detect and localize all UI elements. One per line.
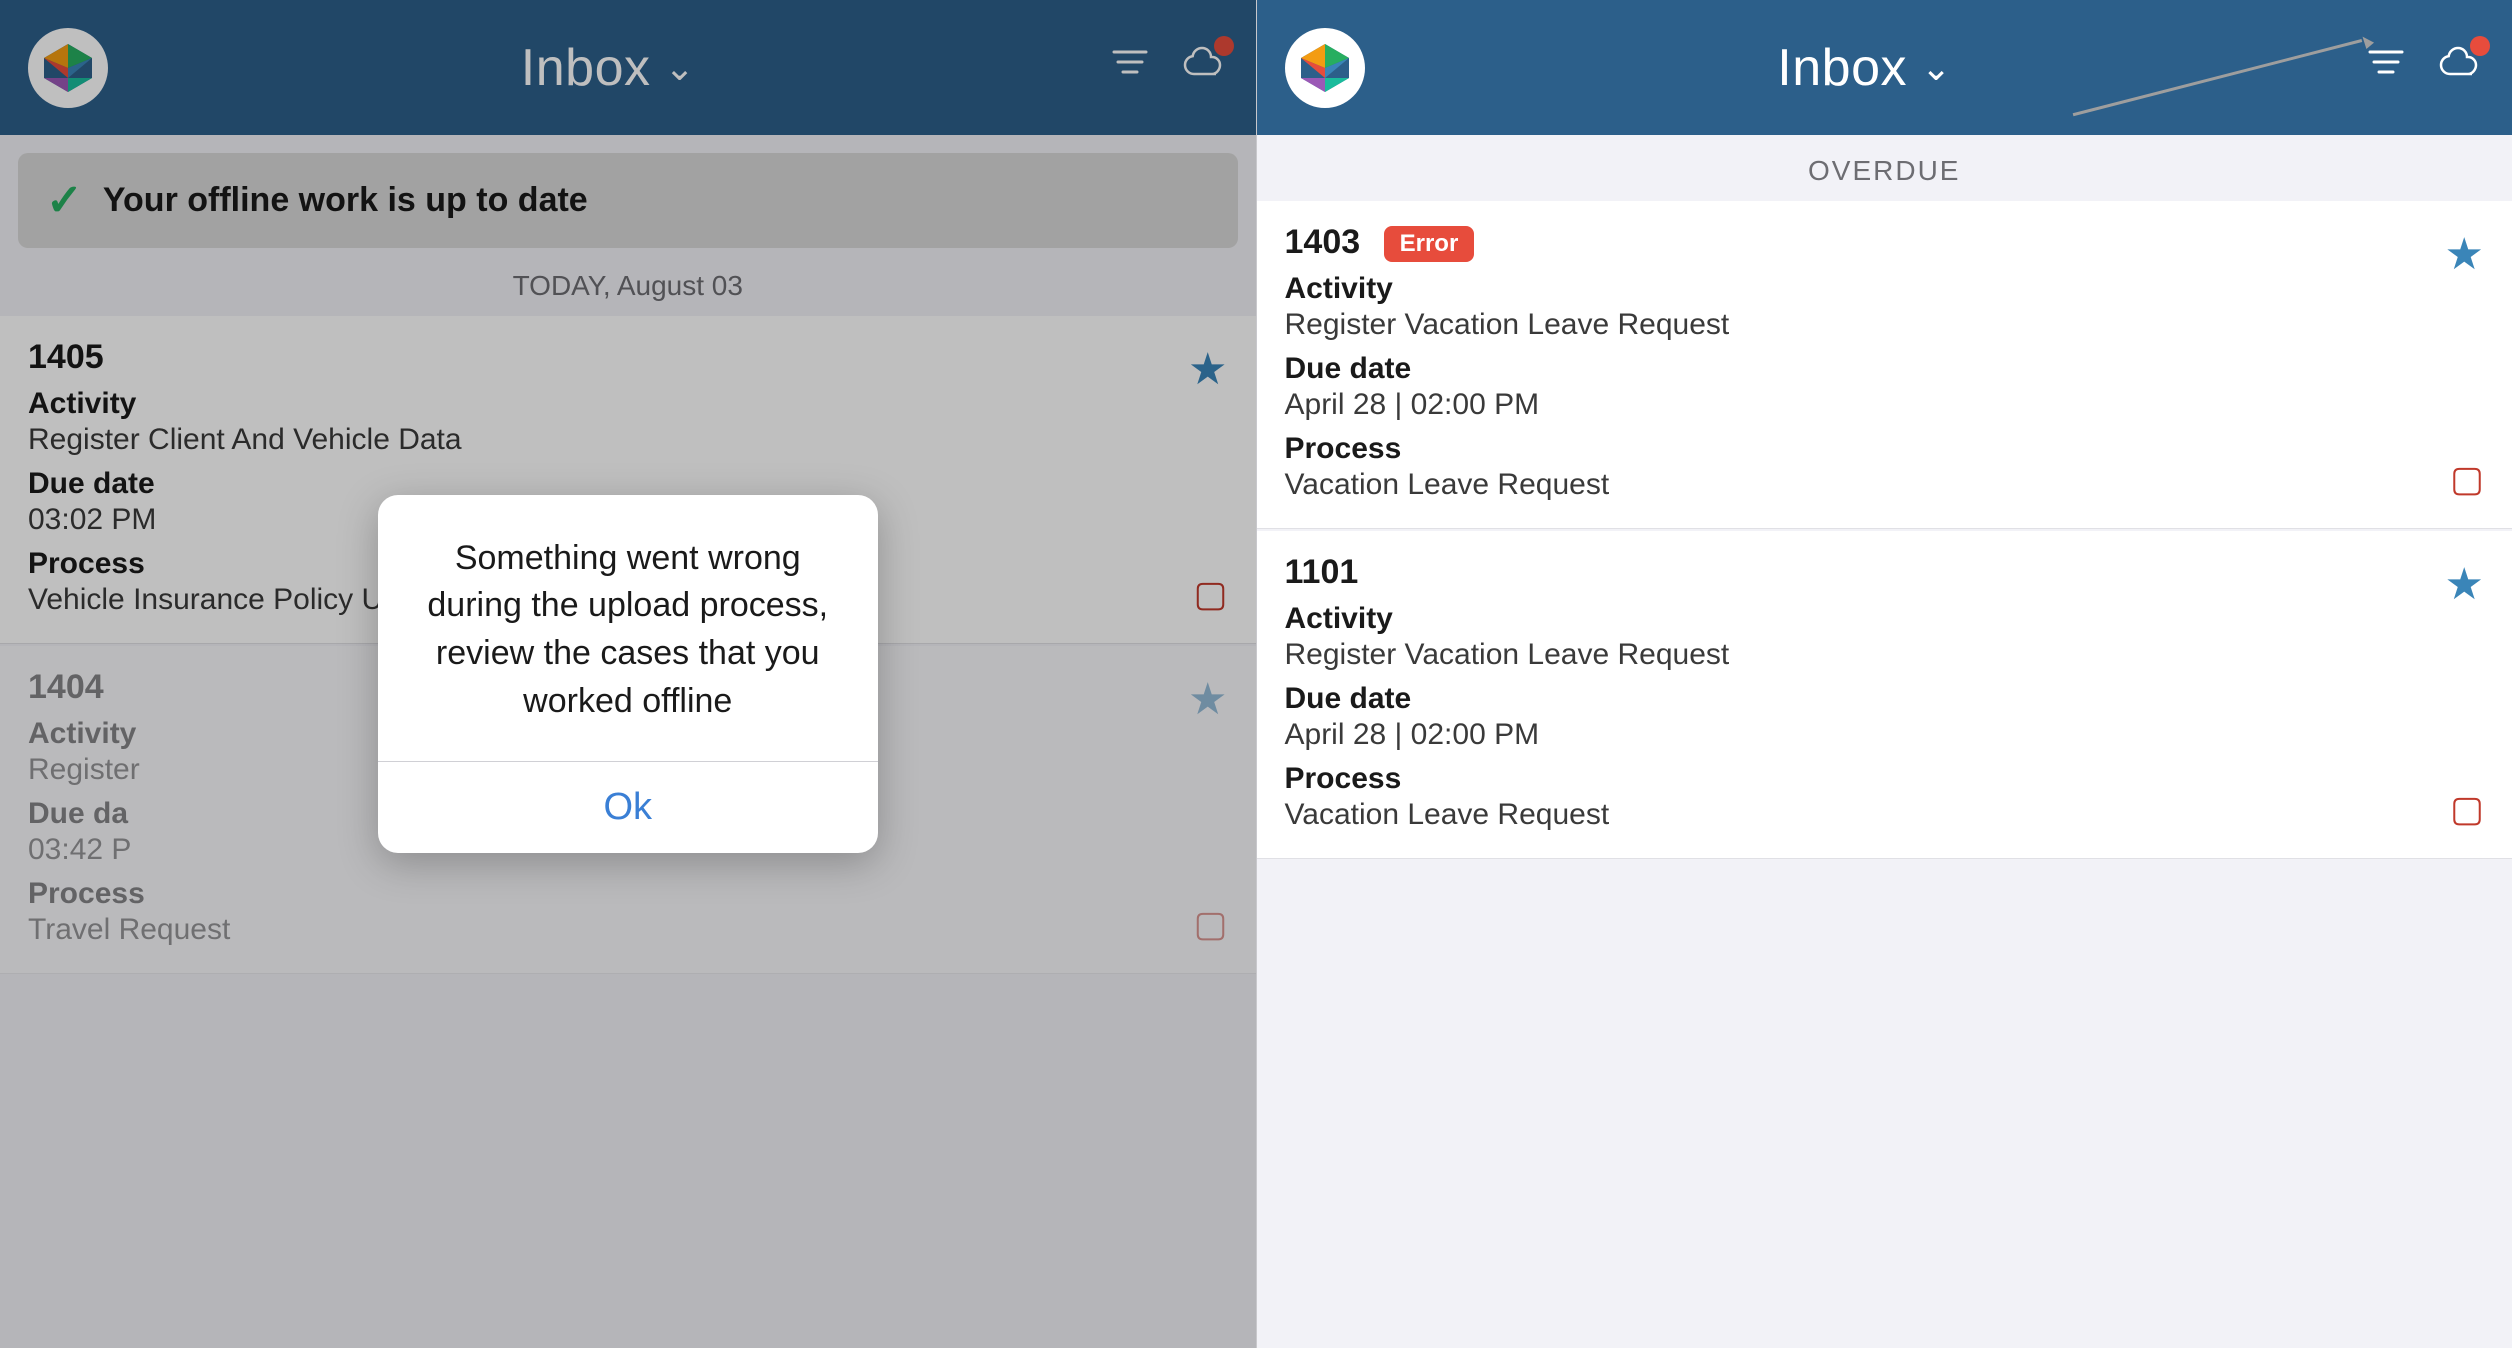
list-item[interactable]: 1101 ★ Activity Register Vacation Leave … <box>1257 531 2512 859</box>
process-square-icon[interactable]: ▢ <box>2450 788 2484 830</box>
process-label: Process <box>1285 432 2485 466</box>
due-date-label: Due date <box>1285 682 2485 716</box>
activity-value: Register Vacation Leave Request <box>1285 638 2485 672</box>
right-filter-icon[interactable] <box>2364 40 2408 95</box>
process-label: Process <box>1285 762 2485 796</box>
item-id: 1403 Error <box>1285 223 2485 262</box>
ok-button[interactable]: Ok <box>414 762 842 853</box>
overdue-list: 1403 Error ★ Activity Register Vacation … <box>1257 201 2512 1348</box>
activity-label: Activity <box>1285 602 2485 636</box>
due-date-value: April 28 | 02:00 PM <box>1285 718 2485 752</box>
item-id: 1101 <box>1285 553 2485 592</box>
list-item[interactable]: 1403 Error ★ Activity Register Vacation … <box>1257 201 2512 529</box>
logo[interactable] <box>1285 28 1365 108</box>
activity-label: Activity <box>1285 272 2485 306</box>
due-date-label: Due date <box>1285 352 2485 386</box>
error-badge: Error <box>1384 226 1475 262</box>
right-header-title-wrap[interactable]: Inbox ⌄ <box>1365 38 2365 98</box>
right-inbox-title: Inbox <box>1777 38 1907 98</box>
left-panel: Inbox ⌄ ✓ Your offline work is up to dat… <box>0 0 1256 1348</box>
right-header: Inbox ⌄ <box>1257 0 2512 135</box>
star-icon[interactable]: ★ <box>2445 229 2484 280</box>
dialog-box: Something went wrong during the upload p… <box>378 495 878 853</box>
dialog-message: Something went wrong during the upload p… <box>414 535 842 761</box>
process-value: Vacation Leave Request <box>1285 798 2485 832</box>
star-icon[interactable]: ★ <box>2445 559 2484 610</box>
right-panel: Inbox ⌄ OVERDUE <box>1256 0 2512 1348</box>
activity-value: Register Vacation Leave Request <box>1285 308 2485 342</box>
process-square-icon[interactable]: ▢ <box>2450 458 2484 500</box>
process-value: Vacation Leave Request <box>1285 468 2485 502</box>
section-header: OVERDUE <box>1257 135 2512 201</box>
right-chevron-icon: ⌄ <box>1921 47 1951 89</box>
right-header-icons <box>2364 40 2484 95</box>
right-cloud-dot <box>2470 36 2490 56</box>
right-cloud-icon[interactable] <box>2436 40 2484 95</box>
dialog-overlay: Something went wrong during the upload p… <box>0 0 1256 1348</box>
due-date-value: April 28 | 02:00 PM <box>1285 388 2485 422</box>
